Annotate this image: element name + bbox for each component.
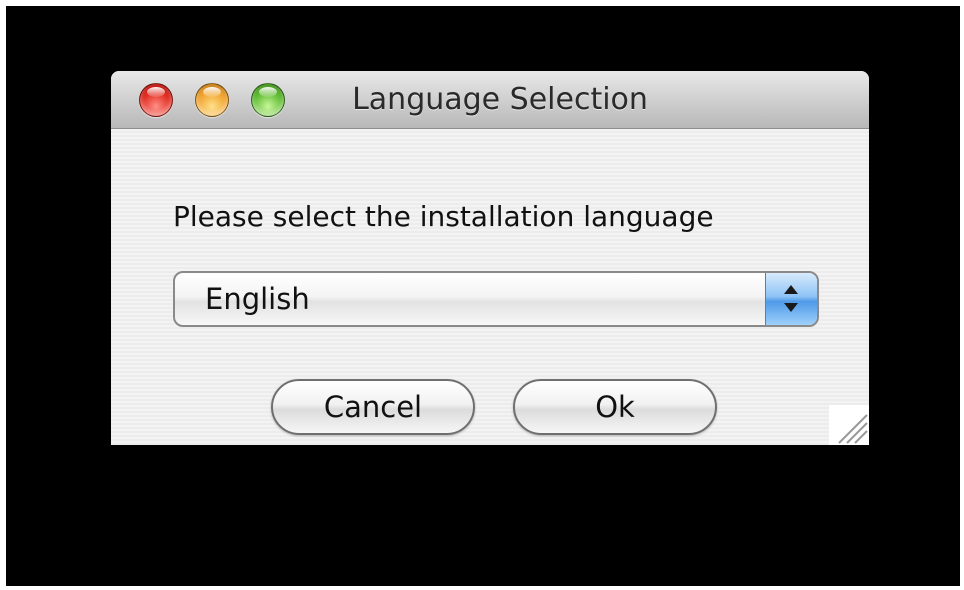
zoom-light-icon[interactable] bbox=[251, 83, 285, 117]
minimize-light-icon[interactable] bbox=[195, 83, 229, 117]
language-popup-button[interactable]: English bbox=[173, 271, 819, 327]
updown-arrows-icon bbox=[765, 273, 817, 325]
language-selected-value: English bbox=[205, 282, 310, 316]
desktop-backdrop: Language Selection Please select the ins… bbox=[6, 6, 960, 586]
language-selection-window: Language Selection Please select the ins… bbox=[111, 71, 869, 445]
window-titlebar[interactable]: Language Selection bbox=[111, 71, 869, 129]
ok-button[interactable]: Ok bbox=[513, 379, 717, 435]
cancel-button[interactable]: Cancel bbox=[271, 379, 475, 435]
dialog-content: Please select the installation language … bbox=[111, 129, 869, 445]
close-light-icon[interactable] bbox=[139, 83, 173, 117]
arrow-down-icon bbox=[784, 303, 798, 312]
arrow-up-icon bbox=[784, 285, 798, 294]
resize-grip-icon[interactable] bbox=[829, 405, 869, 445]
screenshot-frame: Language Selection Please select the ins… bbox=[0, 0, 964, 590]
prompt-label: Please select the installation language bbox=[173, 200, 714, 233]
